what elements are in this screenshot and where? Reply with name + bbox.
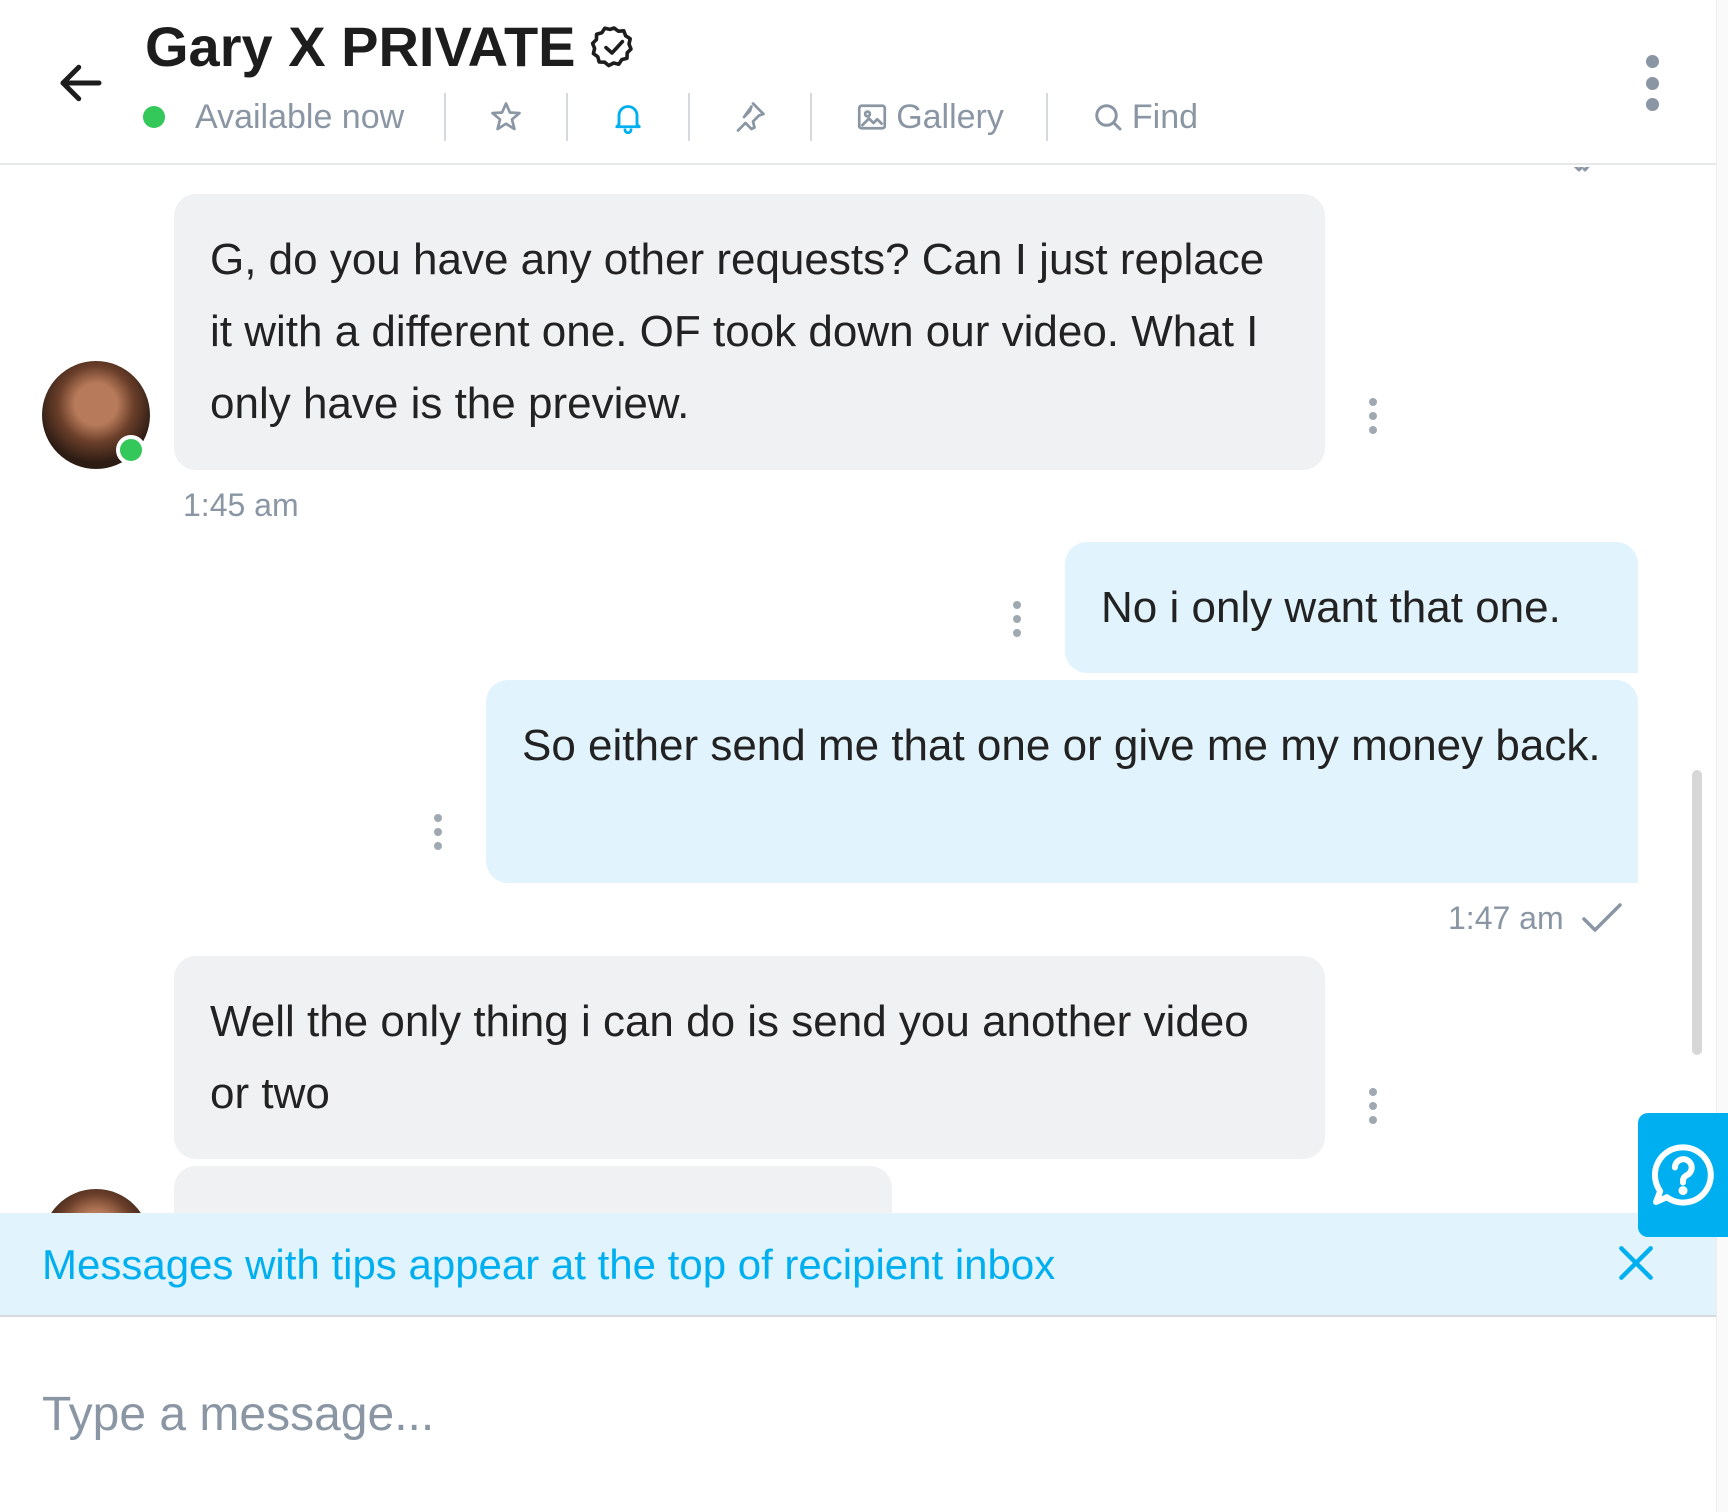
message-text: Well the only thing i can do is send you… — [210, 997, 1249, 1118]
message-list[interactable]: G, do you have any other requests? Can I… — [0, 167, 1716, 1215]
message-bubble-outgoing[interactable]: No i only want that one. — [1065, 542, 1638, 673]
page-scrollbar[interactable] — [1716, 0, 1728, 1512]
message-bubble-outgoing[interactable]: So either send me that one or give me my… — [486, 680, 1638, 883]
pin-icon — [736, 102, 766, 132]
close-icon[interactable] — [1614, 1241, 1658, 1285]
find-button[interactable]: Find — [1048, 92, 1198, 142]
search-icon — [1095, 104, 1122, 131]
help-question-icon — [1651, 1144, 1714, 1206]
chat-scrollbar-thumb[interactable] — [1692, 770, 1702, 1055]
arrow-left-icon — [60, 64, 102, 102]
gallery-icon — [858, 104, 887, 130]
help-button[interactable] — [1638, 1113, 1728, 1237]
star-icon — [491, 102, 522, 131]
message-text: G, do you have any other requests? Can I… — [210, 235, 1265, 428]
message-bubble-incoming-partial[interactable] — [174, 1166, 892, 1215]
message-options-button[interactable] — [1010, 601, 1024, 637]
message-text: So either send me that one or give me my… — [522, 721, 1601, 770]
tip-info-banner: Messages with tips appear at the top of … — [0, 1213, 1716, 1317]
bell-icon — [615, 105, 641, 135]
favorite-button[interactable] — [446, 92, 566, 142]
online-status-dot — [116, 435, 146, 465]
message-bubble-incoming[interactable]: Well the only thing i can do is send you… — [174, 956, 1325, 1159]
more-vertical-icon — [1645, 55, 1659, 68]
message-input[interactable] — [42, 1369, 1642, 1459]
check-icon — [1582, 903, 1622, 932]
more-options-button[interactable] — [1640, 55, 1664, 111]
message-text: No i only want that one. — [1101, 583, 1561, 632]
double-check-icon — [1573, 167, 1590, 172]
gallery-label: Gallery — [896, 97, 1004, 136]
message-options-button[interactable] — [1366, 398, 1380, 434]
availability-status: Available now — [143, 92, 404, 142]
notifications-button[interactable] — [568, 92, 688, 142]
message-composer — [0, 1319, 1716, 1512]
verified-badge-icon — [590, 23, 638, 71]
avatar[interactable] — [42, 1189, 150, 1215]
online-status-dot — [143, 106, 165, 128]
message-bubble-incoming[interactable]: G, do you have any other requests? Can I… — [174, 194, 1325, 470]
chat-toolbar: Available now Gallery Find — [143, 92, 1198, 142]
tip-banner-text: Messages with tips appear at the top of … — [42, 1241, 1056, 1288]
status-text: Available now — [195, 97, 405, 136]
message-timestamp: 1:47 am — [1448, 900, 1564, 936]
message-timestamp: 1:45 am — [183, 487, 299, 523]
chat-header: Gary X PRIVATE Available now Gallery Fin… — [0, 0, 1716, 165]
gallery-button[interactable]: Gallery — [812, 92, 1046, 142]
chat-title[interactable]: Gary X PRIVATE — [145, 14, 638, 79]
contact-name: Gary X PRIVATE — [145, 15, 576, 78]
find-label: Find — [1131, 97, 1199, 136]
message-options-button[interactable] — [1366, 1088, 1380, 1124]
back-button[interactable] — [50, 52, 112, 114]
pin-button[interactable] — [690, 92, 810, 142]
message-options-button[interactable] — [431, 814, 445, 850]
